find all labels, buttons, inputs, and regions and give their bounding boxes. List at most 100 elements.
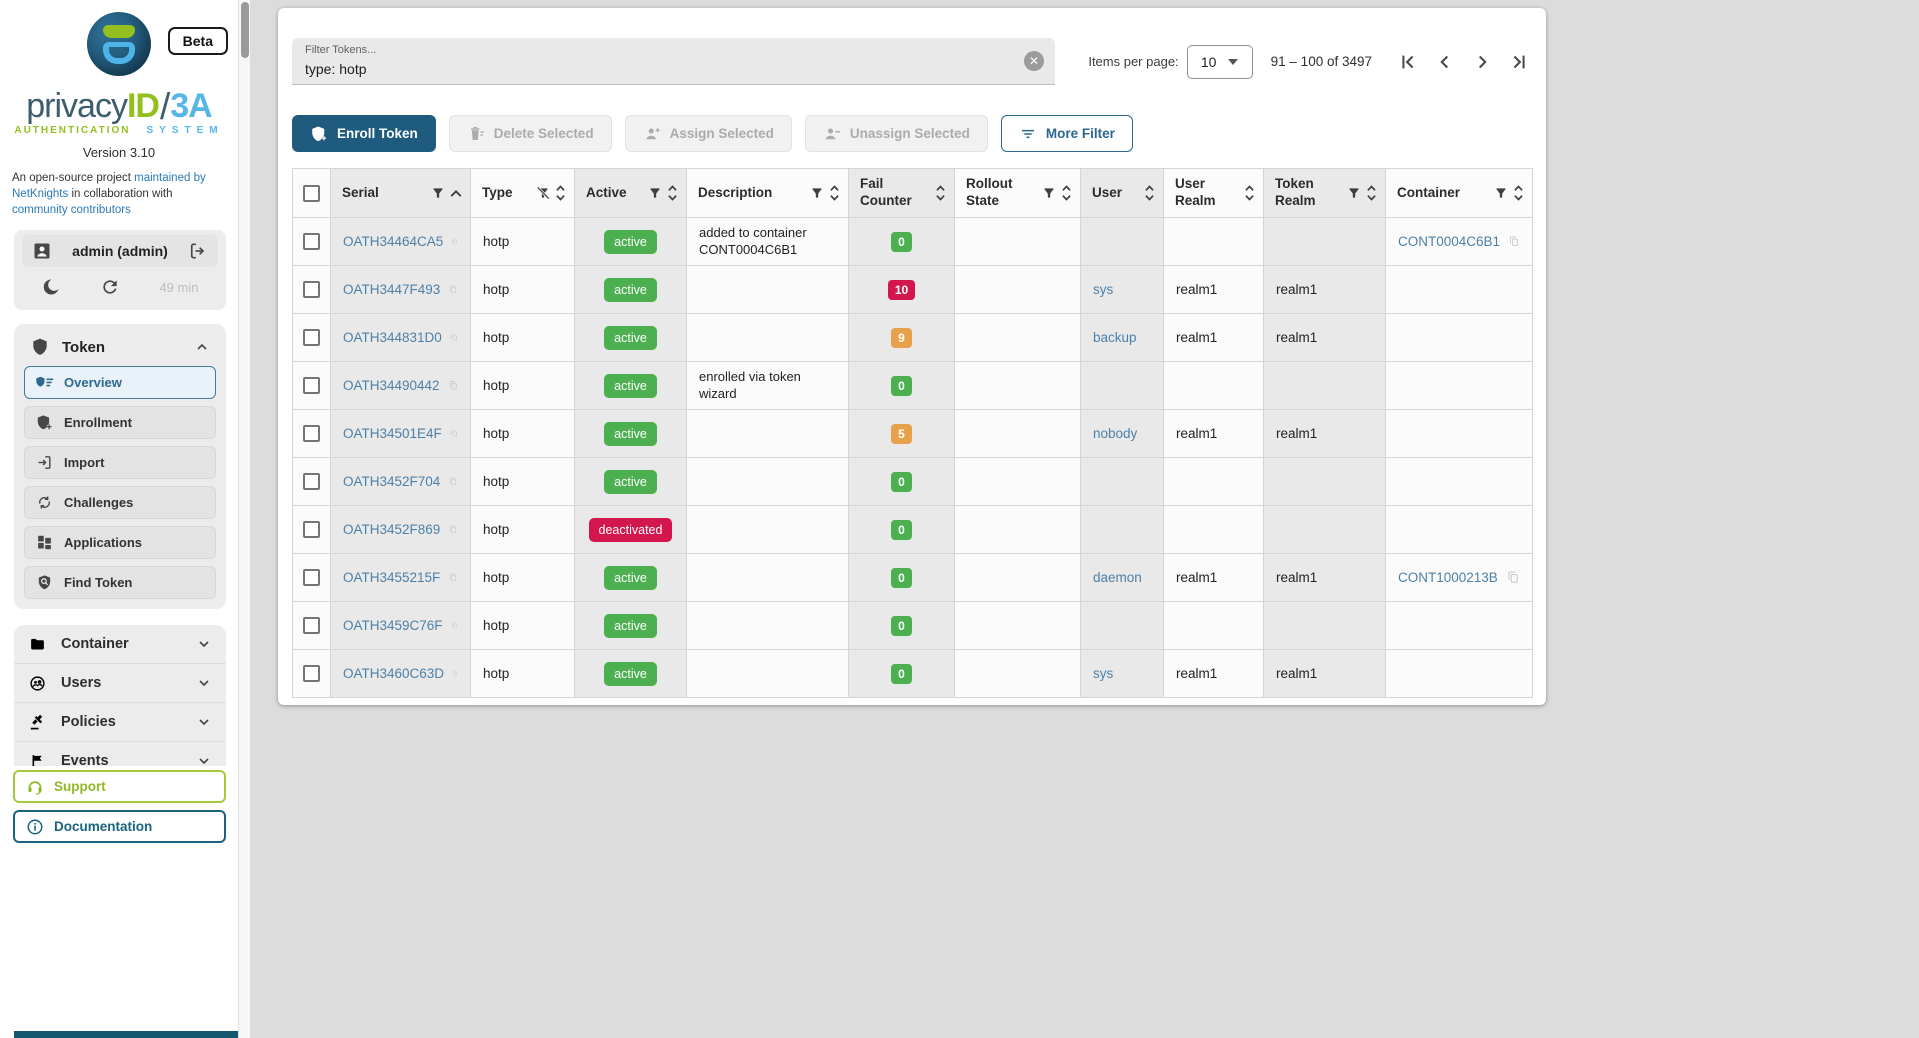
sort-icon[interactable]: [1366, 184, 1377, 202]
serial-link[interactable]: OATH3452F704: [343, 474, 440, 489]
user-link[interactable]: sys: [1093, 666, 1113, 681]
user-link[interactable]: sys: [1093, 282, 1113, 297]
row-checkbox[interactable]: [303, 617, 320, 634]
copy-icon[interactable]: [448, 282, 458, 297]
sort-icon[interactable]: [1513, 184, 1524, 202]
serial-link[interactable]: OATH34464CA5: [343, 234, 443, 249]
community-contributors-link[interactable]: community contributors: [12, 204, 131, 216]
brand-id: ID: [127, 87, 159, 125]
scrollbar-thumb[interactable]: [241, 2, 249, 58]
row-checkbox[interactable]: [303, 665, 320, 682]
sort-icon[interactable]: [1144, 184, 1155, 202]
select-all-checkbox[interactable]: [303, 185, 320, 202]
page-size-select[interactable]: 10: [1187, 45, 1253, 79]
serial-cell: OATH34464CA5: [331, 218, 471, 266]
previous-page-button[interactable]: [1434, 51, 1456, 73]
sidebar-section-users[interactable]: Users: [14, 664, 226, 703]
enroll-token-button[interactable]: Enroll Token: [292, 115, 436, 152]
dark-mode-icon[interactable]: [41, 277, 61, 297]
user-link[interactable]: backup: [1093, 330, 1137, 345]
copy-icon[interactable]: [448, 522, 458, 537]
filter-tokens-input[interactable]: Filter Tokens... type: hotp ✕: [292, 38, 1055, 85]
filter-icon[interactable]: [648, 186, 662, 200]
sidebar-item-overview[interactable]: Overview: [24, 366, 216, 399]
row-checkbox[interactable]: [303, 329, 320, 346]
next-page-button[interactable]: [1471, 51, 1493, 73]
copy-icon[interactable]: [448, 378, 458, 393]
logo-arc: [103, 25, 135, 38]
copy-icon[interactable]: [448, 570, 458, 585]
serial-link[interactable]: OATH3459C76F: [343, 618, 443, 633]
last-page-button[interactable]: [1508, 51, 1530, 73]
filter-icon[interactable]: [1042, 186, 1056, 200]
copy-icon[interactable]: [451, 618, 458, 633]
column-header-token_realm: Token Realm: [1264, 169, 1386, 218]
sidebar-item-enrollment[interactable]: Enrollment: [24, 406, 216, 439]
copy-icon[interactable]: [451, 234, 458, 249]
sidebar-section-container[interactable]: Container: [14, 625, 226, 664]
support-button[interactable]: Support: [13, 770, 226, 803]
row-checkbox[interactable]: [303, 377, 320, 394]
serial-link[interactable]: OATH3447F493: [343, 282, 440, 297]
copy-icon[interactable]: [1506, 570, 1520, 585]
container-link[interactable]: CONT0004C6B1: [1398, 234, 1500, 249]
sidebar-item-applications[interactable]: Applications: [24, 526, 216, 559]
more-filter-button[interactable]: More Filter: [1001, 115, 1133, 152]
row-checkbox[interactable]: [303, 521, 320, 538]
first-page-button[interactable]: [1397, 51, 1419, 73]
serial-link[interactable]: OATH3455215F: [343, 570, 440, 585]
serial-link[interactable]: OATH34501E4F: [343, 426, 442, 441]
row-checkbox[interactable]: [303, 473, 320, 490]
user-row[interactable]: admin (admin): [22, 235, 218, 267]
serial-link[interactable]: OATH344831D0: [343, 330, 442, 345]
sort-icon[interactable]: [1061, 184, 1072, 202]
delete-selected-button[interactable]: Delete Selected: [449, 115, 612, 152]
refresh-icon[interactable]: [100, 277, 120, 297]
container-link[interactable]: CONT1000213B: [1398, 570, 1498, 585]
sidebar-item-import[interactable]: Import: [24, 446, 216, 479]
sort-icon[interactable]: [1244, 184, 1255, 202]
sidebar-item-challenges[interactable]: Challenges: [24, 486, 216, 519]
unassign-selected-button[interactable]: Unassign Selected: [805, 115, 988, 152]
documentation-button[interactable]: Documentation: [13, 810, 226, 843]
logout-icon[interactable]: [188, 241, 208, 261]
row-checkbox[interactable]: [303, 281, 320, 298]
copy-icon[interactable]: [450, 426, 458, 441]
token-section-header[interactable]: Token: [24, 333, 216, 366]
sidebar-scrollbar[interactable]: [238, 0, 250, 1038]
filter-off-icon[interactable]: [536, 186, 550, 200]
sort-icon[interactable]: [829, 184, 840, 202]
filter-icon[interactable]: [1347, 186, 1361, 200]
row-checkbox[interactable]: [303, 233, 320, 250]
active-status-badge: deactivated: [589, 518, 673, 542]
sidebar: Beta privacyID/3A AUTHENTICATION SYSTEM …: [0, 0, 238, 1038]
user-realm-cell: [1164, 602, 1264, 650]
filter-icon[interactable]: [810, 186, 824, 200]
sidebar-section-policies[interactable]: Policies: [14, 703, 226, 742]
sort-icon[interactable]: [667, 184, 678, 202]
clear-filter-icon[interactable]: ✕: [1024, 51, 1044, 71]
copy-icon[interactable]: [448, 474, 458, 489]
filter-icon[interactable]: [1494, 186, 1508, 200]
copy-icon[interactable]: [1508, 234, 1520, 249]
serial-link[interactable]: OATH34490442: [343, 378, 440, 393]
serial-link[interactable]: OATH3452F869: [343, 522, 440, 537]
assign-selected-button[interactable]: Assign Selected: [625, 115, 792, 152]
serial-link[interactable]: OATH3460C63D: [343, 666, 444, 681]
container-cell: CONT0004C6B1: [1386, 218, 1533, 266]
filter-icon[interactable]: [431, 186, 445, 200]
sort-ascending-icon[interactable]: [450, 189, 462, 198]
row-checkbox[interactable]: [303, 569, 320, 586]
description-cell: [687, 314, 849, 362]
row-checkbox[interactable]: [303, 425, 320, 442]
sort-icon[interactable]: [555, 184, 566, 202]
user-link[interactable]: daemon: [1093, 570, 1142, 585]
fail-counter-cell: 0: [849, 602, 955, 650]
copy-icon[interactable]: [452, 666, 458, 681]
copy-icon[interactable]: [450, 330, 458, 345]
active-cell: active: [575, 218, 687, 266]
container-cell: [1386, 458, 1533, 506]
user-link[interactable]: nobody: [1093, 426, 1137, 441]
sort-icon[interactable]: [935, 184, 946, 202]
sidebar-item-find-token[interactable]: Find Token: [24, 566, 216, 599]
